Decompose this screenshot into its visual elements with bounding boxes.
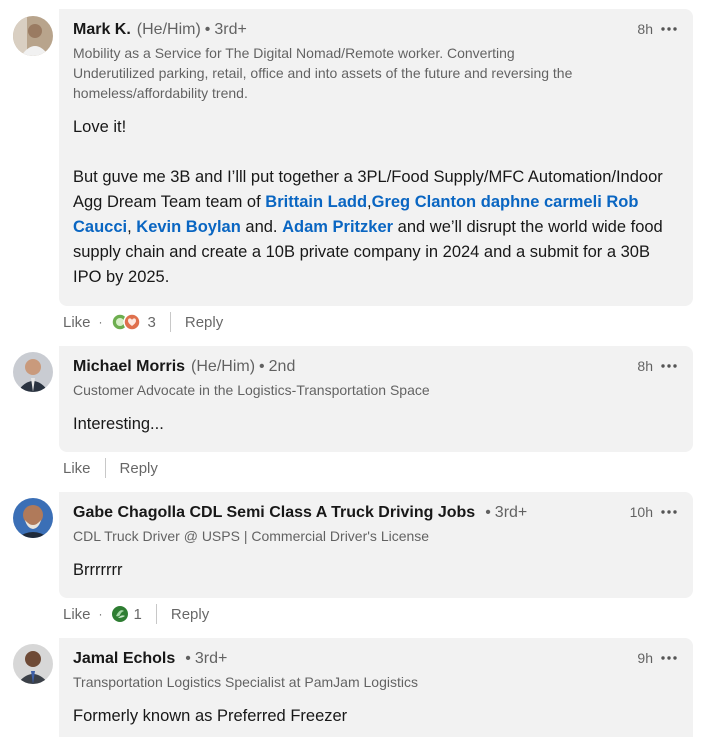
- mention-link[interactable]: Adam Pritzker: [282, 218, 393, 236]
- comment-time: 10h: [629, 504, 653, 520]
- mention-link[interactable]: Kevin Boylan: [136, 218, 241, 236]
- comment-bubble: Michael Morris (He/Him)2nd 8h Customer Ad…: [59, 346, 693, 452]
- comment-actions: Like · 1 Reply: [63, 604, 210, 624]
- author-pronouns: (He/Him): [191, 358, 256, 375]
- comment-actions: Like Reply: [63, 457, 158, 479]
- connection-degree: 2nd: [255, 358, 295, 375]
- more-icon[interactable]: [659, 22, 679, 36]
- reactions[interactable]: 1: [111, 605, 142, 623]
- comment-bubble: Jamal Echols 3rd+ 9h Transportation Logis…: [59, 638, 693, 737]
- connection-degree: 3rd+: [201, 21, 247, 38]
- reply-button[interactable]: Reply: [171, 606, 209, 623]
- author-name[interactable]: Mark K.: [73, 21, 131, 38]
- like-button[interactable]: Like: [63, 314, 91, 331]
- comment-text: Interesting...: [73, 415, 164, 433]
- more-icon[interactable]: [659, 505, 679, 519]
- author-headline: Mobility as a Service for The Digital No…: [73, 45, 573, 101]
- author-name[interactable]: Jamal Echols: [73, 650, 175, 667]
- connection-degree: 3rd+: [181, 650, 227, 667]
- comment-text: Brrrrrrr: [73, 561, 123, 579]
- mention-link[interactable]: daphne carmeli: [481, 193, 602, 211]
- more-icon[interactable]: [659, 651, 679, 665]
- connection-degree: 3rd+: [481, 504, 527, 521]
- author-pronouns: (He/Him): [136, 21, 201, 38]
- reactions[interactable]: 3: [110, 313, 156, 331]
- mention-link[interactable]: Greg Clanton: [372, 193, 477, 211]
- comment-text: Love it! But guve me 3B and I’lll put to…: [73, 118, 663, 286]
- author-headline: Customer Advocate in the Logistics-Trans…: [73, 382, 430, 398]
- comment-bubble: Gabe Chagolla CDL Semi Class A Truck Dri…: [59, 492, 693, 598]
- like-button[interactable]: Like: [63, 460, 91, 477]
- comment-text: Formerly known as Preferred Freezer: [73, 707, 348, 725]
- reaction-count[interactable]: 3: [148, 314, 156, 331]
- insightful-reaction-icon: [111, 606, 128, 622]
- avatar[interactable]: [13, 352, 53, 392]
- mention-link[interactable]: Brittain Ladd: [265, 193, 367, 211]
- reaction-count[interactable]: 1: [134, 606, 142, 623]
- author-headline: CDL Truck Driver @ USPS | Commercial Dri…: [73, 528, 430, 544]
- comment-actions: Like · 3 Reply: [63, 312, 224, 332]
- avatar[interactable]: [13, 498, 53, 538]
- more-icon[interactable]: [659, 359, 679, 373]
- reply-button[interactable]: Reply: [120, 460, 158, 477]
- comment-time: 9h: [637, 650, 653, 666]
- comment-bubble: Mark K. (He/Him)3rd+ 8h Mobility as a Ser…: [59, 9, 693, 306]
- avatar[interactable]: [13, 16, 53, 56]
- reply-button[interactable]: Reply: [185, 314, 223, 331]
- comment-time: 8h: [637, 358, 653, 374]
- author-name[interactable]: Michael Morris: [73, 358, 185, 375]
- like-button[interactable]: Like: [63, 606, 91, 623]
- avatar[interactable]: [13, 644, 53, 684]
- author-name[interactable]: Gabe Chagolla CDL Semi Class A Truck Dri…: [73, 504, 475, 521]
- author-headline: Transportation Logistics Specialist at P…: [73, 674, 418, 690]
- comment-time: 8h: [637, 21, 653, 37]
